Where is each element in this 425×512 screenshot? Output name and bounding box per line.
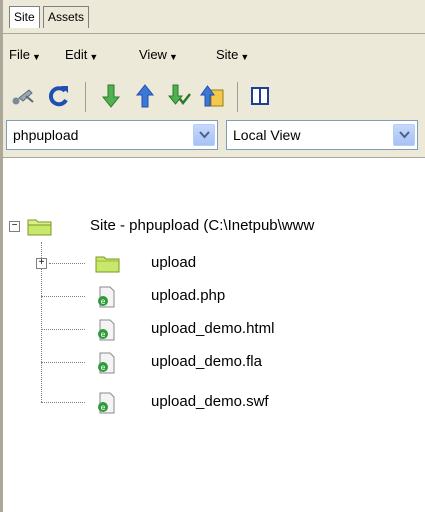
site-select[interactable]: phpupload [6,120,218,150]
tree-item-label: upload_demo.swf [151,393,269,410]
menu-file[interactable]: File ▼ [9,47,41,62]
menu-edit[interactable]: Edit ▼ [65,47,98,62]
check-in-icon [200,85,224,107]
file-tree: − Site - phpupload (C:\Inetpub\www + upl… [3,200,425,512]
put-icon [135,84,155,108]
menu-file-label: File [9,47,30,62]
site-select-value: phpupload [13,127,79,143]
chevron-down-icon: ▼ [240,52,250,62]
get-icon [101,84,121,108]
file-icon: e [98,392,115,414]
svg-text:e: e [101,363,106,372]
tree-connector [49,263,85,264]
tree-item-label: upload [151,254,197,271]
chevron-down-icon: ▼ [89,52,99,62]
menu-site-label: Site [216,47,239,62]
tree-item-label: upload_demo.fla [151,353,262,370]
collapse-icon[interactable]: − [9,221,20,232]
chevron-down-icon [399,131,410,139]
check-in-button[interactable] [199,82,227,110]
tab-site[interactable]: Site [9,6,40,28]
tree-item-label: upload.php [151,287,226,304]
folder-open-icon [27,219,52,236]
svg-text:e: e [101,403,106,412]
toolbar-separator [85,82,86,112]
tab-assets[interactable]: Assets [43,6,90,28]
panel-tab-bar: Site Assets [3,0,425,34]
chevron-down-icon: ▼ [168,52,178,62]
view-select-dropdown-button[interactable] [393,124,415,146]
file-icon: e [98,319,115,341]
expand-icon [251,87,269,105]
view-select-value: Local View [233,127,301,143]
tree-connector [41,296,85,297]
tree-item-label: upload_demo.html [151,320,275,337]
panel-menu-bar: File ▼ Edit ▼ View ▼ Site ▼ [3,34,425,74]
site-select-dropdown-button[interactable] [193,124,215,146]
connect-icon [12,89,34,105]
check-out-button[interactable] [165,82,193,110]
chevron-down-icon: ▼ [31,52,41,62]
svg-text:e: e [101,297,106,306]
menu-view[interactable]: View ▼ [139,47,178,62]
tree-connector [41,402,85,403]
chevron-down-icon [199,131,210,139]
toolbar-separator [237,82,238,112]
expand-node-icon[interactable]: + [36,258,47,269]
tree-root-label: Site - phpupload (C:\Inetpub\www [90,217,315,234]
expand-button[interactable] [247,82,275,110]
get-files-button[interactable] [97,82,125,110]
menu-edit-label: Edit [65,47,88,62]
tree-connector [41,329,85,330]
refresh-button[interactable] [45,82,73,110]
menu-view-label: View [139,47,167,62]
refresh-icon [48,86,68,107]
files-panel: Site Assets File▼ Edit▼ View▼ Site▼ [0,0,425,512]
file-icon: e [98,286,115,308]
tree-connector [41,362,85,363]
connect-button[interactable] [9,82,37,110]
folder-icon [95,256,120,273]
panel-toolbar: phpupload Local View [3,74,425,158]
put-files-button[interactable] [131,82,159,110]
file-icon: e [98,352,115,374]
check-out-icon [167,84,191,106]
svg-text:e: e [101,330,106,339]
menu-site[interactable]: Site ▼ [216,47,249,62]
view-select[interactable]: Local View [226,120,418,150]
